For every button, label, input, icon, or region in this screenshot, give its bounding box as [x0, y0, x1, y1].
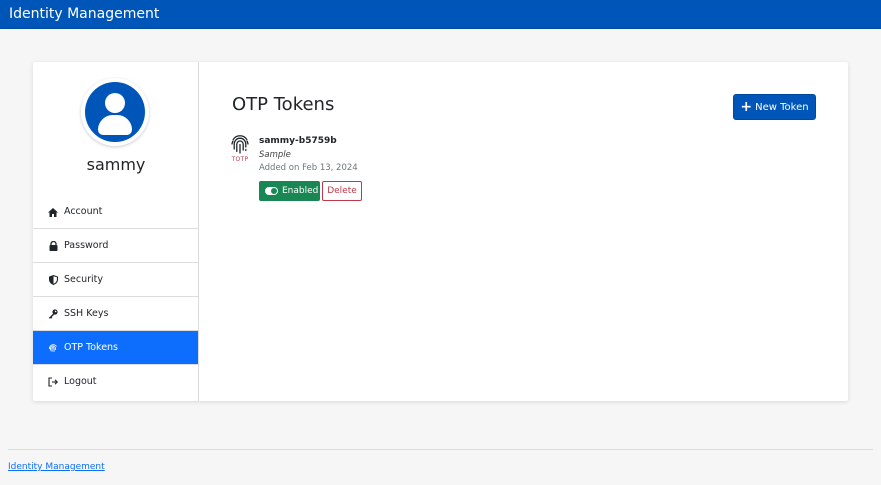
username: sammy: [86, 155, 146, 174]
sidebar-item-label: Password: [64, 240, 109, 251]
home-icon: [47, 195, 59, 229]
token-type-label: TOTP: [231, 156, 249, 163]
avatar: [81, 78, 149, 146]
plus-icon: +: [740, 99, 753, 115]
footer-divider: [8, 449, 873, 450]
delete-button[interactable]: Delete: [322, 181, 362, 201]
sidebar-item-password[interactable]: Password: [33, 229, 198, 263]
token-item: TOTP sammy-b5759b Sample Added on Feb 13…: [230, 134, 530, 204]
key-icon: [47, 297, 59, 331]
new-token-label: New Token: [755, 101, 809, 113]
app-title: Identity Management: [9, 6, 160, 22]
sidebar-item-ssh-keys[interactable]: SSH Keys: [33, 297, 198, 331]
token-added-date: Added on Feb 13, 2024: [259, 163, 358, 173]
sidebar-item-security[interactable]: Security: [33, 263, 198, 297]
sidebar-item-label: Account: [64, 206, 103, 217]
toggle-on-icon: [265, 187, 278, 195]
sidebar-item-label: SSH Keys: [64, 308, 109, 319]
sidebar-item-label: Logout: [64, 376, 97, 387]
enabled-label: Enabled: [282, 186, 319, 196]
new-token-button[interactable]: + New Token: [733, 94, 816, 120]
page-title: OTP Tokens: [232, 94, 335, 115]
logout-icon: [47, 365, 59, 399]
main-content: OTP Tokens + New Token TOTP sammy-b5759b…: [199, 62, 848, 401]
user-avatar-icon: [85, 82, 145, 142]
sidebar-item-logout[interactable]: Logout: [33, 365, 198, 399]
app-header: Identity Management: [0, 0, 881, 29]
sidebar: sammy Account Password Security SSH Keys…: [33, 62, 199, 401]
main-card: sammy Account Password Security SSH Keys…: [33, 62, 848, 401]
sidebar-item-account[interactable]: Account: [33, 195, 198, 229]
sidebar-item-otp-tokens[interactable]: OTP Tokens: [33, 331, 198, 365]
sidebar-item-label: Security: [64, 274, 104, 285]
token-description: Sample: [259, 150, 291, 160]
sidebar-nav: Account Password Security SSH Keys OTP T…: [33, 195, 198, 399]
lock-icon: [47, 229, 59, 263]
enabled-toggle-button[interactable]: Enabled: [259, 181, 320, 201]
token-name: sammy-b5759b: [259, 136, 337, 146]
shield-icon: [47, 263, 59, 297]
fingerprint-icon: [47, 331, 59, 365]
footer-link[interactable]: Identity Management: [8, 462, 105, 472]
fingerprint-icon: [230, 134, 252, 156]
sidebar-item-label: OTP Tokens: [64, 342, 119, 353]
